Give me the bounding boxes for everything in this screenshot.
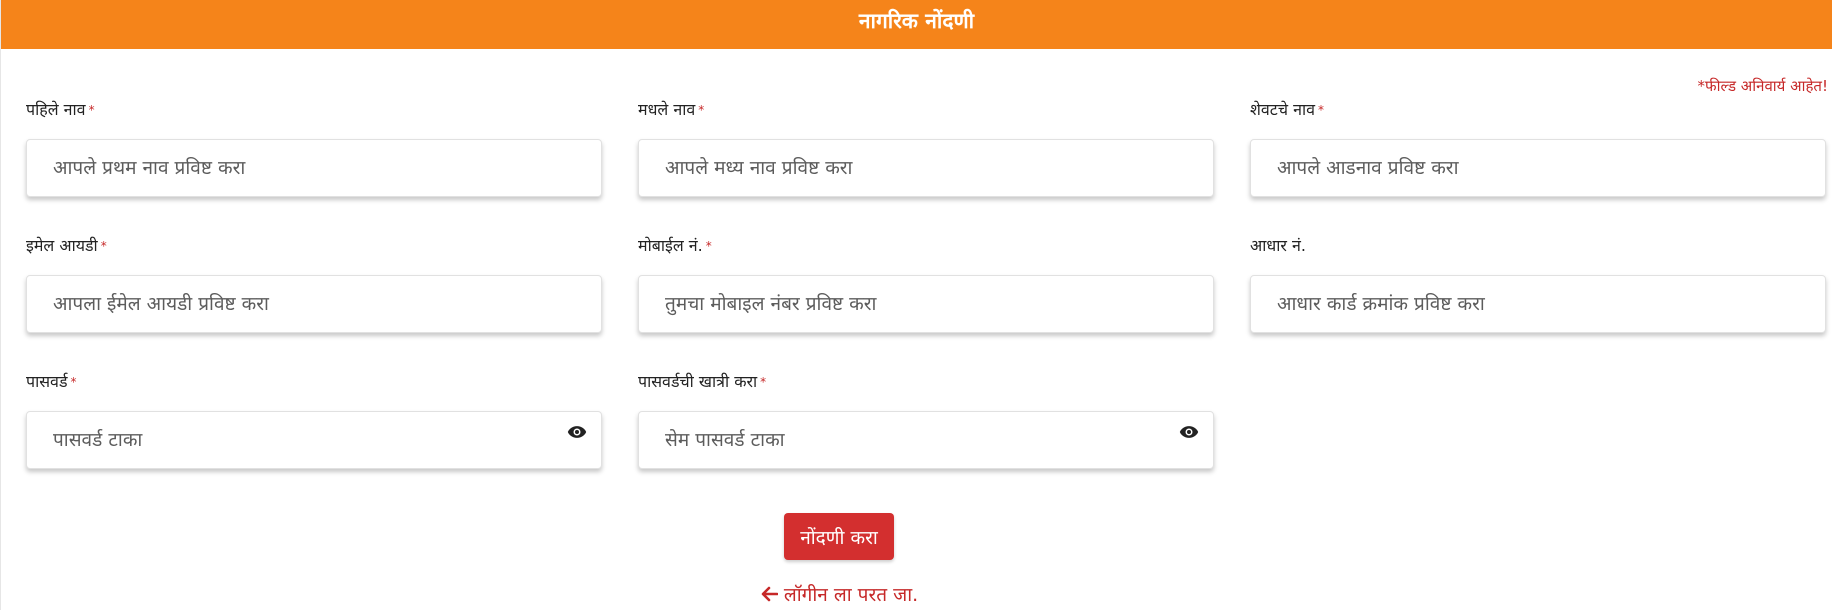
password-label: पासवर्ड *	[26, 370, 602, 394]
page-header: नागरिक नोंदणी	[1, 0, 1832, 49]
form-row-contact: इमेल आयडी* मोबाईल नं.* आधार नं.	[26, 234, 1826, 370]
first-name-input[interactable]	[27, 140, 601, 196]
required-star: *	[698, 103, 705, 117]
mobile-field: मोबाईल नं. *	[638, 234, 1214, 370]
last-name-label: शेवटचे नाव *	[1250, 98, 1826, 122]
confirm-password-field: पासवर्डची खात्री करा *	[638, 370, 1214, 506]
submit-wrap: नोंदणी करा	[1, 513, 1677, 560]
aadhaar-field: आधार नं.	[1250, 234, 1826, 370]
middle-name-label-text: मधले नाव	[638, 100, 696, 119]
arrow-left-icon	[761, 586, 778, 602]
password-label-text: पासवर्ड	[26, 372, 68, 391]
first-name-input-box	[26, 139, 602, 197]
email-label-text: इमेल आयडी	[26, 236, 98, 255]
confirm-password-input-box	[638, 411, 1214, 469]
aadhaar-input-box	[1250, 275, 1826, 333]
middle-name-label: मधले नाव *	[638, 98, 1214, 122]
form-row-names: पहिले नाव* मधले नाव* शेवटचे नाव*	[26, 98, 1826, 234]
middle-name-input-box	[638, 139, 1214, 197]
last-name-input[interactable]	[1251, 140, 1825, 196]
required-star: *	[760, 375, 767, 389]
confirm-password-input[interactable]	[639, 412, 1213, 468]
form-row-password: पासवर्ड * पासवर्डची खात्री करा *	[26, 370, 1826, 506]
eye-icon[interactable]	[567, 425, 587, 439]
first-name-field: पहिले नाव *	[26, 98, 602, 234]
mobile-label-text: मोबाईल नं.	[638, 236, 703, 255]
required-star: *	[705, 239, 712, 253]
required-note-text: फील्ड अनिवार्य आहेत!	[1705, 77, 1828, 95]
mobile-label: मोबाईल नं. *	[638, 234, 1214, 258]
confirm-password-label-text: पासवर्डची खात्री करा	[638, 372, 758, 391]
last-name-field: शेवटचे नाव *	[1250, 98, 1826, 234]
required-star: *	[100, 239, 107, 253]
required-star: *	[1318, 103, 1325, 117]
password-input[interactable]	[27, 412, 601, 468]
last-name-input-box	[1250, 139, 1826, 197]
back-link-wrap: लॉगीन ला परत जा.	[1, 581, 1677, 607]
email-field: इमेल आयडी *	[26, 234, 602, 370]
last-name-label-text: शेवटचे नाव	[1250, 100, 1316, 119]
registration-page: नागरिक नोंदणी *फील्ड अनिवार्य आहेत! पहिल…	[0, 0, 1832, 610]
aadhaar-input[interactable]	[1251, 276, 1825, 332]
email-label: इमेल आयडी *	[26, 234, 602, 258]
mobile-input-box	[638, 275, 1214, 333]
required-star: *	[70, 375, 77, 389]
aadhaar-label-text: आधार नं.	[1250, 236, 1306, 255]
middle-name-input[interactable]	[639, 140, 1213, 196]
back-to-login-link[interactable]: लॉगीन ला परत जा.	[760, 581, 918, 607]
first-name-label: पहिले नाव *	[26, 98, 602, 122]
first-name-label-text: पहिले नाव	[26, 100, 86, 119]
registration-form: पहिले नाव* मधले नाव* शेवटचे नाव*	[26, 98, 1826, 506]
email-input-box	[26, 275, 602, 333]
email-input[interactable]	[27, 276, 601, 332]
required-star: *	[1697, 77, 1706, 95]
confirm-password-label: पासवर्डची खात्री करा *	[638, 370, 1214, 394]
middle-name-field: मधले नाव *	[638, 98, 1214, 234]
eye-icon[interactable]	[1179, 425, 1199, 439]
page-title: नागरिक नोंदणी	[858, 8, 975, 33]
aadhaar-label: आधार नं.	[1250, 234, 1826, 258]
required-star: *	[88, 103, 95, 117]
back-to-login-text: लॉगीन ला परत जा.	[783, 584, 919, 606]
password-input-box	[26, 411, 602, 469]
mobile-input[interactable]	[639, 276, 1213, 332]
required-fields-note: *फील्ड अनिवार्य आहेत!	[1698, 76, 1828, 96]
password-field: पासवर्ड *	[26, 370, 602, 506]
register-button[interactable]: नोंदणी करा	[784, 513, 894, 560]
